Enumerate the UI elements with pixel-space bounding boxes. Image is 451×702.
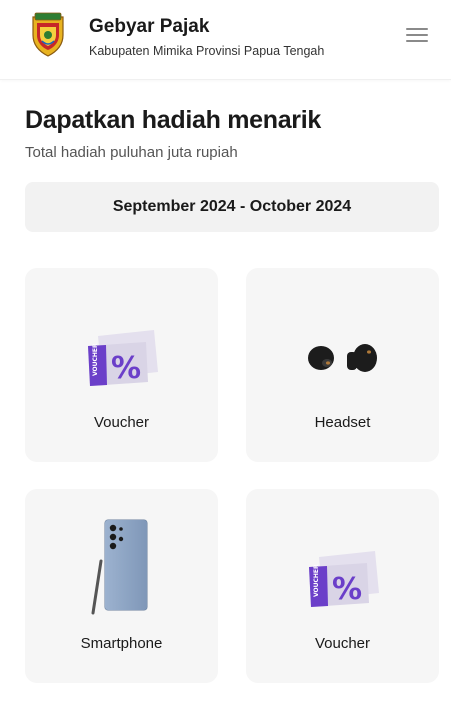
voucher-icon: VOUCHER %: [87, 330, 158, 386]
prize-label: Smartphone: [80, 635, 163, 652]
prize-card-headset[interactable]: Headset: [246, 268, 439, 462]
hamburger-menu-icon[interactable]: [404, 24, 430, 48]
svg-text:VOUCHER: VOUCHER: [313, 564, 320, 597]
prize-label: Voucher: [93, 414, 150, 431]
app-header: Gebyar Pajak Kabupaten Mimika Provinsi P…: [0, 0, 451, 80]
svg-text:%: %: [332, 572, 362, 607]
svg-text:%: %: [111, 351, 141, 386]
period-selector-button[interactable]: September 2024 - October 2024: [25, 182, 439, 232]
prize-label: Headset: [314, 414, 371, 431]
prize-card-smartphone[interactable]: Smartphone: [25, 489, 218, 683]
page-subtitle: Total hadiah puluhan juta rupiah: [25, 144, 238, 161]
voucher-icon: VOUCHER %: [308, 551, 379, 607]
smartphone-icon: [91, 519, 147, 615]
page-title: Dapatkan hadiah menarik: [25, 106, 321, 134]
prize-card-voucher[interactable]: VOUCHER % Voucher: [25, 268, 218, 462]
regency-crest-logo[interactable]: [30, 11, 66, 57]
prize-card-voucher[interactable]: VOUCHER % Voucher: [246, 489, 439, 683]
earbuds-icon: [307, 344, 377, 372]
app-title: Gebyar Pajak: [89, 16, 210, 37]
app-subtitle: Kabupaten Mimika Provinsi Papua Tengah: [89, 44, 325, 58]
svg-text:VOUCHER: VOUCHER: [92, 343, 99, 376]
prize-label: Voucher: [314, 635, 371, 652]
